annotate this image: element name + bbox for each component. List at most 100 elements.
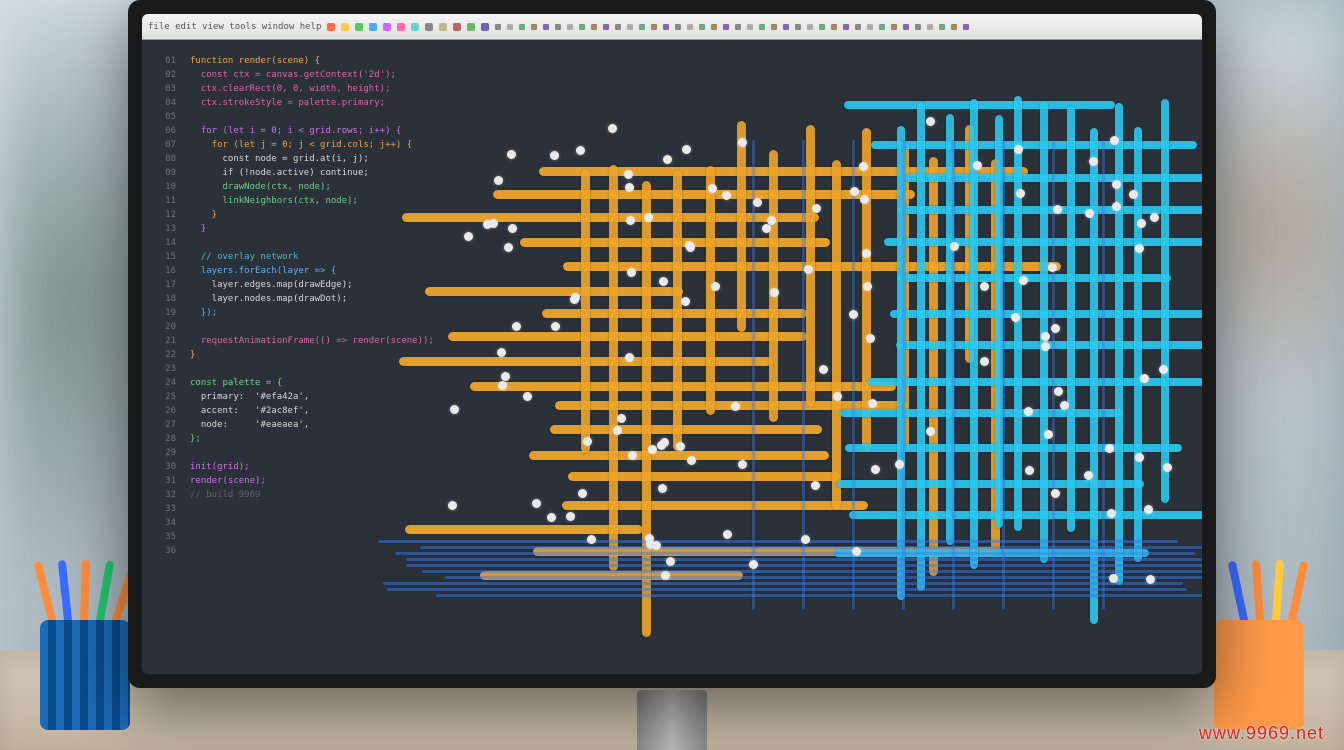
pen-cup-left	[40, 620, 130, 730]
code-line[interactable]: const ctx = canvas.getContext('2d');	[190, 68, 1194, 82]
toolbar-icon[interactable]	[519, 24, 525, 30]
toolbar-icon[interactable]	[831, 24, 837, 30]
code-line[interactable]: ctx.clearRect(0, 0, width, height);	[190, 82, 1194, 96]
code-line[interactable]	[190, 516, 1194, 530]
toolbar-icon[interactable]	[639, 24, 645, 30]
toolbar-icon[interactable]	[735, 24, 741, 30]
toolbar-icon[interactable]	[327, 23, 335, 31]
toolbar-icon[interactable]	[603, 24, 609, 30]
code-line[interactable]	[190, 544, 1194, 558]
toolbar-icon[interactable]	[425, 23, 433, 31]
toolbar-icon[interactable]	[711, 24, 717, 30]
code-editor[interactable]: 0102030405060708091011121314151617181920…	[142, 40, 1202, 674]
toolbar-icon[interactable]	[397, 23, 405, 31]
toolbar-icon[interactable]	[453, 23, 461, 31]
toolbar-icon[interactable]	[481, 23, 489, 31]
code-line[interactable]: linkNeighbors(ctx, node);	[190, 194, 1194, 208]
toolbar-icon[interactable]	[467, 23, 475, 31]
pen-cup-right	[1214, 620, 1304, 730]
code-line[interactable]	[190, 320, 1194, 334]
code-line[interactable]: }	[190, 208, 1194, 222]
code-line[interactable]: if (!node.active) continue;	[190, 166, 1194, 180]
code-line[interactable]: init(grid);	[190, 460, 1194, 474]
line-number: 30	[148, 460, 176, 474]
toolbar-icon[interactable]	[723, 24, 729, 30]
code-line[interactable]: requestAnimationFrame(() => render(scene…	[190, 334, 1194, 348]
code-line[interactable]: });	[190, 306, 1194, 320]
code-line[interactable]: for (let j = 0; j < grid.cols; j++) {	[190, 138, 1194, 152]
toolbar-icon[interactable]	[687, 24, 693, 30]
code-line[interactable]: layer.edges.map(drawEdge);	[190, 278, 1194, 292]
toolbar-icon[interactable]	[615, 24, 621, 30]
toolbar-icon[interactable]	[843, 24, 849, 30]
code-area[interactable]: function render(scene) { const ctx = can…	[182, 40, 1202, 674]
toolbar-icon[interactable]	[927, 24, 933, 30]
toolbar-icon[interactable]	[383, 23, 391, 31]
code-line[interactable]: drawNode(ctx, node);	[190, 180, 1194, 194]
line-number: 08	[148, 152, 176, 166]
toolbar-icon[interactable]	[555, 24, 561, 30]
toolbar-icon[interactable]	[543, 24, 549, 30]
code-line[interactable]: }	[190, 348, 1194, 362]
code-line[interactable]: layers.forEach(layer => {	[190, 264, 1194, 278]
code-line[interactable]: for (let i = 0; i < grid.rows; i++) {	[190, 124, 1194, 138]
line-number: 31	[148, 474, 176, 488]
toolbar-icon[interactable]	[807, 24, 813, 30]
toolbar-icon[interactable]	[747, 24, 753, 30]
toolbar-icon[interactable]	[651, 24, 657, 30]
code-line[interactable]: // overlay network	[190, 250, 1194, 264]
code-line[interactable]: render(scene);	[190, 474, 1194, 488]
toolbar-icon[interactable]	[819, 24, 825, 30]
toolbar-icon[interactable]	[699, 24, 705, 30]
toolbar-icon[interactable]	[963, 24, 969, 30]
code-line[interactable]	[190, 446, 1194, 460]
app-toolbar[interactable]: file edit view tools window help	[142, 14, 1202, 40]
code-line[interactable]: accent: '#2ac8ef',	[190, 404, 1194, 418]
toolbar-icon[interactable]	[495, 24, 501, 30]
toolbar-icon[interactable]	[903, 24, 909, 30]
toolbar-icon[interactable]	[759, 24, 765, 30]
code-line[interactable]	[190, 362, 1194, 376]
toolbar-icon[interactable]	[627, 24, 633, 30]
code-line[interactable]: }	[190, 222, 1194, 236]
toolbar-icon[interactable]	[411, 23, 419, 31]
code-line[interactable]: const node = grid.at(i, j);	[190, 152, 1194, 166]
line-gutter: 0102030405060708091011121314151617181920…	[142, 40, 182, 674]
toolbar-icon[interactable]	[579, 24, 585, 30]
line-number: 36	[148, 544, 176, 558]
code-line[interactable]: };	[190, 432, 1194, 446]
code-line[interactable]	[190, 530, 1194, 544]
toolbar-icon[interactable]	[795, 24, 801, 30]
line-number: 02	[148, 68, 176, 82]
toolbar-icon[interactable]	[891, 24, 897, 30]
toolbar-icon[interactable]	[369, 23, 377, 31]
code-line[interactable]: function render(scene) {	[190, 54, 1194, 68]
toolbar-icon[interactable]	[783, 24, 789, 30]
toolbar-icon[interactable]	[675, 24, 681, 30]
toolbar-icon[interactable]	[915, 24, 921, 30]
toolbar-icon[interactable]	[951, 24, 957, 30]
toolbar-icon[interactable]	[567, 24, 573, 30]
toolbar-icon[interactable]	[879, 24, 885, 30]
toolbar-icon[interactable]	[855, 24, 861, 30]
toolbar-icon[interactable]	[867, 24, 873, 30]
code-line[interactable]	[190, 502, 1194, 516]
toolbar-icon[interactable]	[507, 24, 513, 30]
line-number: 25	[148, 390, 176, 404]
code-line[interactable]: ctx.strokeStyle = palette.primary;	[190, 96, 1194, 110]
code-line[interactable]: primary: '#efa42a',	[190, 390, 1194, 404]
toolbar-icon[interactable]	[591, 24, 597, 30]
code-line[interactable]: node: '#eaeaea',	[190, 418, 1194, 432]
toolbar-icon[interactable]	[439, 23, 447, 31]
toolbar-icon[interactable]	[939, 24, 945, 30]
toolbar-icon[interactable]	[663, 24, 669, 30]
toolbar-icon[interactable]	[771, 24, 777, 30]
code-line[interactable]: // build 9969	[190, 488, 1194, 502]
toolbar-icon[interactable]	[531, 24, 537, 30]
toolbar-icon[interactable]	[341, 23, 349, 31]
code-line[interactable]	[190, 110, 1194, 124]
code-line[interactable]: const palette = {	[190, 376, 1194, 390]
code-line[interactable]	[190, 236, 1194, 250]
toolbar-icon[interactable]	[355, 23, 363, 31]
code-line[interactable]: layer.nodes.map(drawDot);	[190, 292, 1194, 306]
